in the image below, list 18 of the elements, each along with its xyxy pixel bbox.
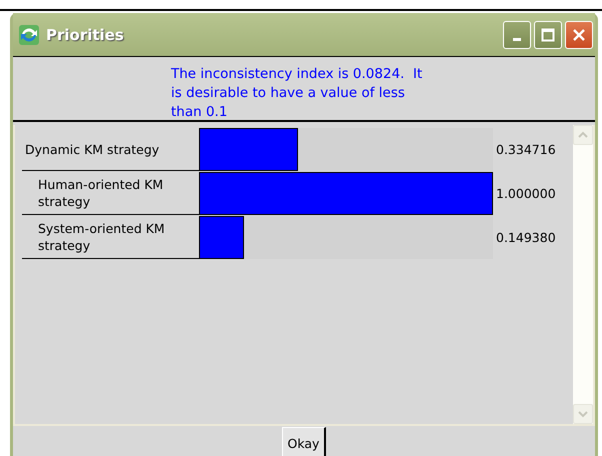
priority-value: 0.149380 (496, 229, 556, 247)
window-title: Priorities (46, 26, 124, 44)
refresh-icon (19, 24, 39, 44)
maximize-button[interactable] (534, 20, 562, 48)
chevron-up-icon (577, 131, 589, 139)
criterion-label: Dynamic KM strategy (22, 128, 200, 171)
criterion-label: Human-oriented KM strategy (22, 172, 200, 215)
priority-value: 1.000000 (496, 185, 556, 203)
okay-button[interactable]: Okay (282, 427, 326, 456)
criterion-label: System-oriented KM strategy (22, 216, 200, 259)
inconsistency-message: The inconsistency index is 0.0824. It is desirable to have a value of less than 0.1 (171, 65, 424, 120)
minimize-icon (513, 38, 521, 41)
maximize-icon (541, 28, 555, 42)
priority-value: 0.334716 (496, 141, 556, 159)
chevron-down-icon (577, 410, 589, 418)
minimize-button[interactable] (503, 20, 531, 48)
close-button[interactable] (565, 20, 593, 48)
close-icon (572, 28, 586, 42)
